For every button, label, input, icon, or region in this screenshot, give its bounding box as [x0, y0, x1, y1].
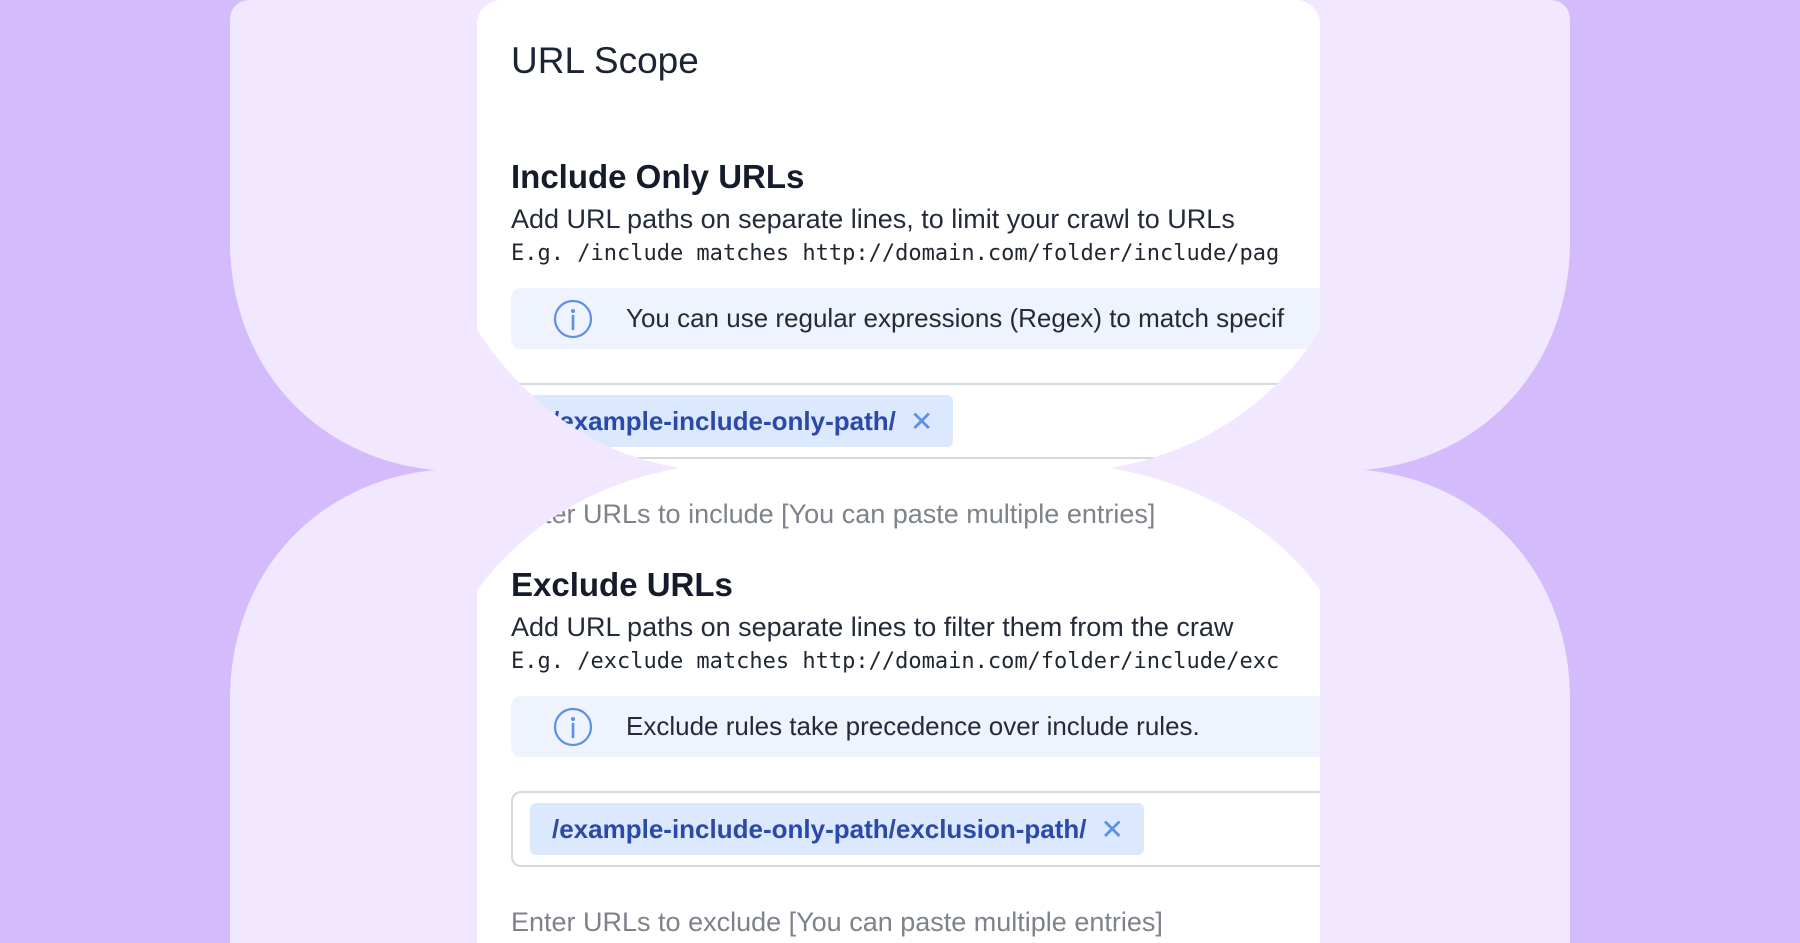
- include-info-box: You can use regular expressions (Regex) …: [511, 288, 1320, 349]
- include-tag-label: /example-include-only-path/: [552, 405, 896, 436]
- exclude-url-placeholder[interactable]: Enter URLs to exclude [You can paste mul…: [511, 907, 1320, 938]
- include-example: E.g. /include matches http://domain.com/…: [511, 241, 1280, 266]
- exclude-tag-label: /example-include-only-path/exclusion-pat…: [552, 813, 1087, 844]
- exclude-example: E.g. /exclude matches http://domain.com/…: [511, 649, 1280, 674]
- include-url-placeholder[interactable]: Enter URLs to include [You can paste mul…: [511, 499, 1320, 530]
- info-circle-icon: [553, 299, 593, 339]
- exclude-section: Exclude URLs Add URL paths on separate l…: [511, 566, 1320, 938]
- close-icon[interactable]: ✕: [910, 405, 933, 438]
- close-icon[interactable]: ✕: [1101, 813, 1124, 846]
- include-info-text: You can use regular expressions (Regex) …: [626, 303, 1285, 333]
- include-tag: /example-include-only-path/ ✕: [530, 395, 954, 447]
- info-circle-icon: [553, 707, 593, 747]
- exclude-tag: /example-include-only-path/exclusion-pat…: [530, 803, 1144, 855]
- exclude-tag-input[interactable]: /example-include-only-path/exclusion-pat…: [511, 791, 1320, 867]
- exclude-title: Exclude URLs: [511, 566, 733, 603]
- include-description: Add URL paths on separate lines, to limi…: [511, 204, 1235, 234]
- page-title: URL Scope: [511, 40, 699, 81]
- include-section: Include Only URLs Add URL paths on separ…: [511, 158, 1320, 530]
- exclude-description: Add URL paths on separate lines to filte…: [511, 612, 1234, 642]
- exclude-info-text: Exclude rules take precedence over inclu…: [626, 711, 1200, 741]
- include-title: Include Only URLs: [511, 158, 805, 195]
- include-tag-input[interactable]: /example-include-only-path/ ✕: [511, 383, 1320, 459]
- url-scope-panel: URL Scope Include Only URLs Add URL path…: [477, 0, 1320, 943]
- exclude-info-box: Exclude rules take precedence over inclu…: [511, 696, 1320, 757]
